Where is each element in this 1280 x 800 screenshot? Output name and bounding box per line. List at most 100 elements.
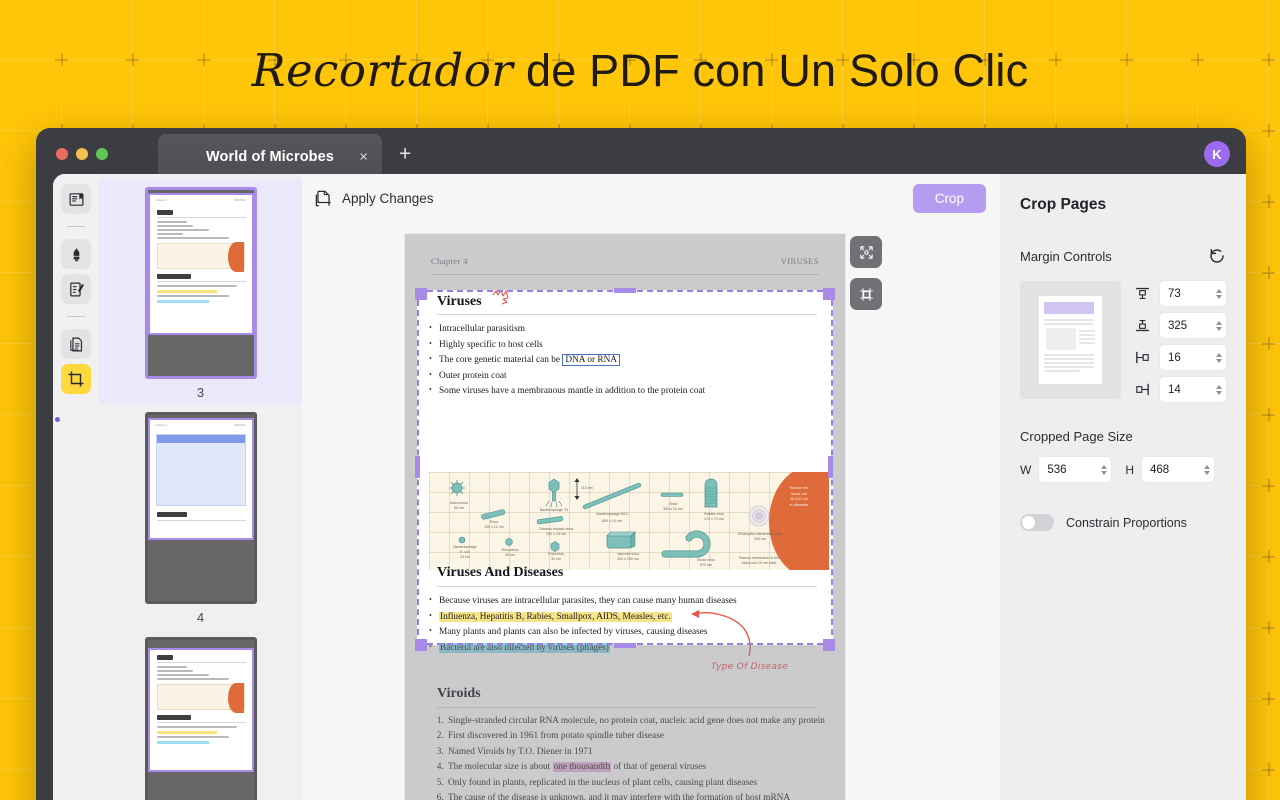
crop-frame-button[interactable]	[850, 278, 882, 310]
crop-handle-bottom-left[interactable]	[415, 639, 427, 651]
new-tab-button[interactable]: +	[399, 144, 411, 165]
crop-frame-icon	[858, 286, 875, 303]
fit-page-button[interactable]	[850, 236, 882, 268]
crop-button[interactable]: Crop	[913, 184, 986, 213]
yellow-highlight: Influenza, Hepatitis B, Rabies, Smallpox…	[439, 612, 672, 622]
top-margin-input[interactable]: 73	[1160, 281, 1226, 306]
document-tab-label: World of Microbes	[206, 149, 334, 165]
thumbnail-page-5[interactable]	[145, 637, 257, 800]
crop-handle-top-left[interactable]	[415, 288, 427, 300]
sidebar-item-crop-pages[interactable]	[61, 364, 91, 394]
crop-handle-right[interactable]	[828, 456, 833, 478]
margin-field-left: 16	[1134, 345, 1226, 370]
thumbnail-crop-region	[150, 650, 252, 770]
boxed-phrase[interactable]: DNA or RNA	[562, 354, 620, 366]
top-margin-stepper[interactable]	[1216, 289, 1222, 299]
sidebar-item-annotate[interactable]	[61, 274, 91, 304]
height-label: H	[1125, 463, 1134, 477]
top-margin-value: 73	[1168, 288, 1216, 300]
rail-separator-1	[67, 226, 85, 227]
maximize-window-button[interactable]	[96, 148, 108, 160]
expand-arrows-icon	[858, 244, 875, 261]
right-margin-input[interactable]: 14	[1160, 377, 1226, 402]
thumbnail-item-5[interactable]	[99, 629, 302, 800]
list-item: Highly specific to host cells	[429, 338, 827, 354]
left-margin-input[interactable]: 16	[1160, 345, 1226, 370]
reset-margins-button[interactable]	[1208, 247, 1226, 265]
thumbnail-label: 4	[197, 610, 204, 625]
bottom-margin-value: 325	[1168, 320, 1216, 332]
thumbnail-label: 3	[197, 385, 204, 400]
bottom-margin-stepper[interactable]	[1216, 321, 1222, 331]
crop-pages-panel: Crop Pages Margin Controls	[1000, 174, 1246, 800]
avatar[interactable]: K	[1204, 141, 1230, 167]
thumbnail-item-3[interactable]: Chapter 4 VIRUSES	[99, 179, 302, 404]
close-icon[interactable]: ×	[359, 150, 368, 165]
height-input[interactable]: 468	[1142, 457, 1214, 482]
section-rule-1	[437, 314, 817, 315]
virus-size-figure: Human red blood cell 10 000 nm in diamet…	[429, 472, 829, 570]
crop-handle-bottom[interactable]	[614, 643, 636, 648]
thumbnail-pane[interactable]: Chapter 4 VIRUSES	[99, 174, 302, 800]
sidebar-item-reader-view[interactable]	[61, 184, 91, 214]
figure-membrane-label: Plasma membrane of red blood cell 10 nm …	[725, 556, 793, 566]
minimize-window-button[interactable]	[76, 148, 88, 160]
margin-field-top: 73	[1134, 281, 1226, 306]
highlighter-icon	[68, 246, 85, 263]
thumbnail-page-3[interactable]: Chapter 4 VIRUSES	[145, 187, 257, 379]
margin-field-right: 14	[1134, 377, 1226, 402]
promo-title-script: Recortador	[252, 44, 514, 97]
figure-label: 800 x 10 nm	[581, 519, 643, 524]
left-margin-stepper[interactable]	[1216, 353, 1222, 363]
figure-label: Chlamydia elementary body 300 nm	[729, 532, 791, 542]
crop-handle-top-right[interactable]	[823, 288, 835, 300]
close-window-button[interactable]	[56, 148, 68, 160]
right-margin-stepper[interactable]	[1216, 385, 1222, 395]
section-title-viruses: Viruses	[437, 294, 482, 310]
cropped-page-size-label: Cropped Page Size	[1020, 429, 1226, 444]
figure-label: Bacteriophage E. coli 24 nm	[439, 545, 491, 560]
bullet-list-viruses: Intracellular parasitism Highly specific…	[429, 322, 827, 400]
margin-controls-header: Margin Controls	[1020, 247, 1226, 265]
apply-changes-button[interactable]: Apply Changes	[314, 189, 434, 208]
apply-changes-label: Apply Changes	[342, 191, 434, 206]
figure-label: Prion 100 x 12 nm	[469, 520, 519, 530]
thumbnail-item-4[interactable]: Chapter 4 VIRUSES 4	[99, 404, 302, 629]
cropped-page-size-row: W 536 H 468	[1020, 457, 1226, 482]
preview-header-band	[1044, 302, 1094, 314]
pages-icon	[68, 336, 85, 353]
promo-backdrop: Recortador de PDF con Un Solo Clic World…	[0, 0, 1280, 800]
preview-image-block	[1046, 328, 1076, 350]
page-title: Crop Pages	[1020, 196, 1226, 214]
height-value: 468	[1150, 464, 1204, 476]
width-input[interactable]: 536	[1039, 457, 1111, 482]
title-bar: World of Microbes × + K	[36, 128, 1246, 180]
crop-handle-top[interactable]	[614, 288, 636, 293]
height-stepper[interactable]	[1204, 465, 1210, 475]
crop-dim-top	[405, 234, 845, 290]
thumbnail-crop-region: Chapter 4 VIRUSES	[150, 195, 252, 333]
thumbnail-page-4[interactable]: Chapter 4 VIRUSES	[145, 412, 257, 604]
crop-handle-bottom-right[interactable]	[823, 639, 835, 651]
annotate-icon	[68, 281, 85, 298]
margin-fields: 73	[1134, 281, 1226, 402]
bottom-margin-input[interactable]: 325	[1160, 313, 1226, 338]
page-preview	[1039, 296, 1102, 384]
figure-label: Viroid 300 x 10 nm	[651, 502, 695, 512]
sidebar-item-organize-pages[interactable]	[61, 329, 91, 359]
rail-separator-2	[67, 316, 85, 317]
width-stepper[interactable]	[1101, 465, 1107, 475]
margin-left-icon	[1134, 349, 1151, 366]
figure-label: Poliovirus 30 nm	[533, 552, 579, 562]
reset-icon	[1208, 247, 1226, 265]
thumbnail-crop-region: Chapter 4 VIRUSES	[150, 420, 252, 538]
sidebar-item-highlighter[interactable]	[61, 239, 91, 269]
crop-page-icon	[314, 189, 333, 208]
constrain-proportions-toggle[interactable]	[1020, 514, 1054, 531]
app-window: World of Microbes × + K	[36, 128, 1246, 800]
section-rule-2	[437, 586, 817, 587]
page-canvas[interactable]: Chapter 4 VIRUSES Viruses Intracellular …	[405, 234, 845, 800]
crop-dim-bottom	[405, 645, 845, 800]
width-label: W	[1020, 463, 1031, 477]
crop-handle-left[interactable]	[415, 456, 420, 478]
